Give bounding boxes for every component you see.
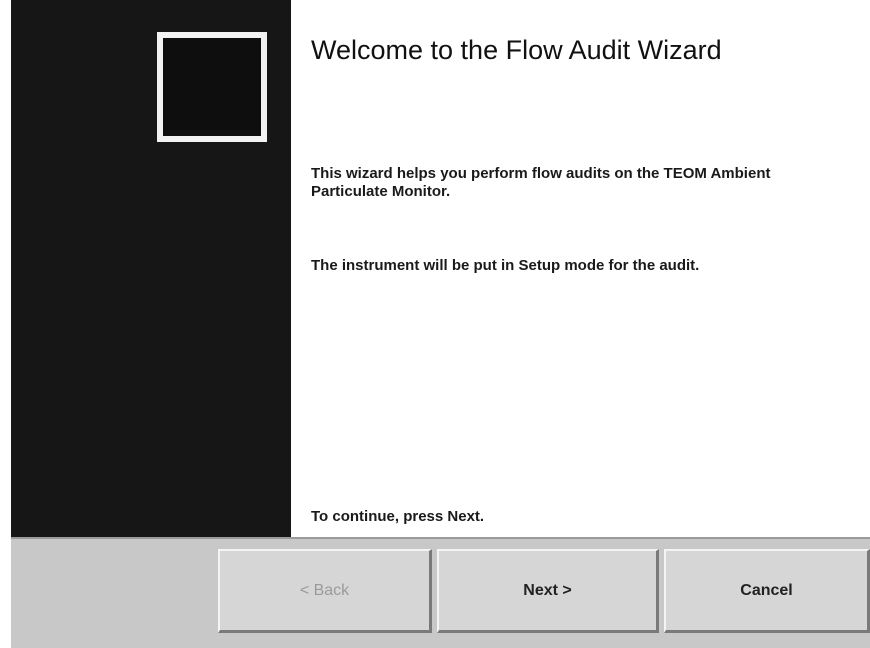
next-button[interactable]: Next > (437, 549, 659, 633)
continue-instruction: To continue, press Next. (311, 508, 485, 525)
wizard-description: This wizard helps you perform flow audit… (311, 165, 771, 200)
cancel-button[interactable]: Cancel (664, 549, 870, 633)
wizard-content: Welcome to the Flow Audit Wizard This wi… (291, 0, 870, 537)
wizard-title: Welcome to the Flow Audit Wizard (311, 35, 722, 65)
wizard-button-bar: < Back Next > Cancel (11, 537, 870, 648)
flow-audit-wizard: Welcome to the Flow Audit Wizard This wi… (11, 0, 870, 648)
back-button[interactable]: < Back (218, 549, 432, 633)
wizard-logo-icon (157, 32, 267, 142)
setup-mode-notice: The instrument will be put in Setup mode… (311, 257, 700, 274)
wizard-side-panel (11, 0, 291, 537)
